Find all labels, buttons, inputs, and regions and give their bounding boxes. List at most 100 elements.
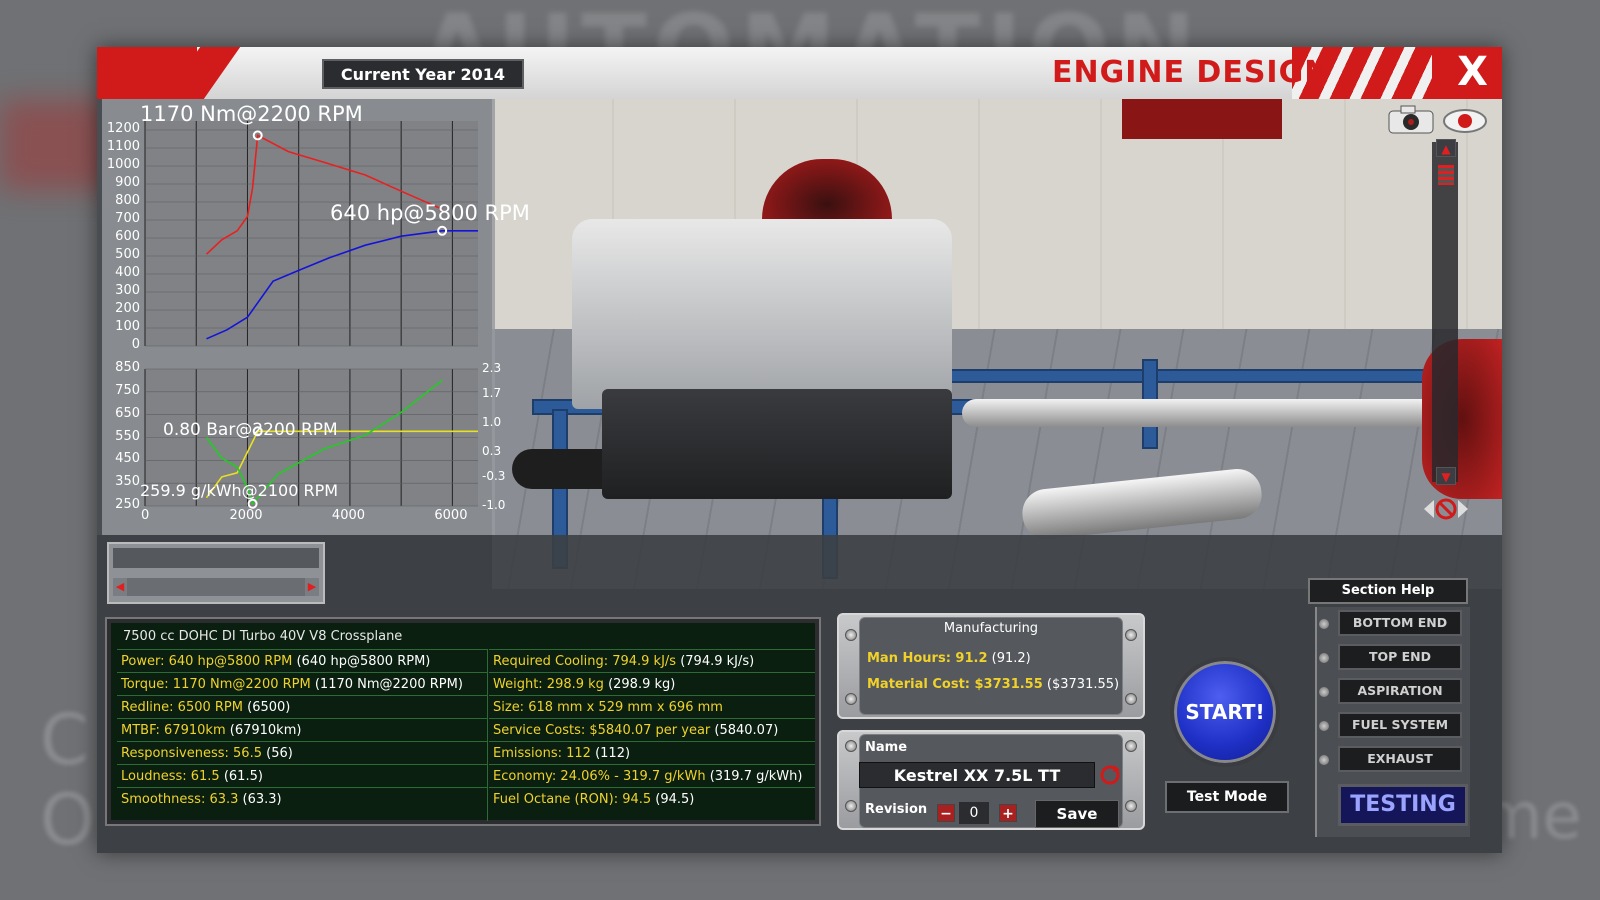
section-help-button[interactable]: Section Help: [1308, 578, 1468, 604]
stat-reference: (319.7 g/kWh): [705, 769, 803, 784]
manufacturing-panel: Manufacturing Man Hours: 91.2 (91.2) Mat…: [837, 613, 1145, 719]
boost-y-tick: 1.0: [482, 414, 502, 429]
rotate-view-icon[interactable]: [1422, 495, 1470, 523]
torque-power-y-tick: 1100: [106, 139, 140, 154]
rpm-x-tick: 0: [141, 508, 150, 523]
camera-icon[interactable]: [1387, 105, 1435, 135]
power-peak-label: 640 hp@5800 RPM: [330, 201, 530, 225]
stat-value: Responsiveness: 56.5: [121, 746, 262, 761]
nav-testing[interactable]: TESTING: [1338, 784, 1468, 826]
graph-selector-track[interactable]: [113, 578, 319, 596]
stat-value: Smoothness: 63.3: [121, 792, 239, 807]
name-label: Name: [865, 740, 908, 755]
stat-value: MTBF: 67910km: [121, 723, 226, 738]
man-hours: Man Hours: 91.2 (91.2): [867, 651, 1031, 666]
stat-reference: (61.5): [219, 769, 263, 784]
stat-reference: (1170 Nm@2200 RPM): [310, 677, 463, 692]
stats-divider: [487, 649, 488, 821]
graph-selector[interactable]: ◀ ▶: [107, 542, 325, 604]
torque-power-y-tick: 100: [115, 319, 140, 334]
material-cost: Material Cost: $3731.55 ($3731.55): [867, 677, 1119, 692]
reload-icon[interactable]: [1099, 764, 1121, 786]
stats-right-column: Required Cooling: 794.9 kJ/s (794.9 kJ/s…: [489, 649, 815, 810]
rivet: [1319, 755, 1329, 765]
chevron-down-icon[interactable]: ▼: [1436, 467, 1456, 485]
boost-y-tick: 0.3: [482, 444, 502, 459]
man-hours-value: Man Hours: 91.2: [867, 651, 988, 666]
engine-3d-viewport[interactable]: [492, 99, 1502, 589]
stat-redline: Redline: 6500 RPM (6500): [117, 695, 487, 718]
material-cost-value: Material Cost: $3731.55: [867, 677, 1043, 692]
rpm-x-tick: 6000: [434, 508, 468, 523]
bsfc-y-tick: 450: [115, 451, 140, 467]
bsfc-y-tick: 650: [115, 405, 140, 421]
stat-torque: Torque: 1170 Nm@2200 RPM (1170 Nm@2200 R…: [117, 672, 487, 695]
rivet: [1125, 740, 1137, 752]
torque-power-y-tick: 800: [115, 193, 140, 208]
engine-name-field[interactable]: Kestrel XX 7.5L TT: [859, 762, 1095, 788]
bsfc-min-label: 259.9 g/kWh@2100 RPM: [140, 481, 339, 500]
zoom-scrollbar[interactable]: [1432, 142, 1458, 482]
stat-reference: (56): [261, 746, 293, 761]
revision-decrement-button[interactable]: −: [937, 804, 955, 822]
chevron-right-icon[interactable]: ▶: [305, 578, 319, 596]
nav-aspiration[interactable]: ASPIRATION: [1338, 678, 1462, 704]
man-hours-reference: (91.2): [987, 651, 1031, 666]
boost-y-tick: -1.0: [482, 498, 506, 512]
eye-icon[interactable]: [1442, 107, 1488, 135]
stat-reference: (640 hp@5800 RPM): [292, 654, 431, 669]
stat-value: Economy: 24.06% - 319.7 g/kWh: [493, 769, 706, 784]
stat-service-costs: Service Costs: $5840.07 per year (5840.0…: [489, 718, 815, 741]
stat-smoothness: Smoothness: 63.3 (63.3): [117, 787, 487, 810]
bsfc-y-tick: 850: [115, 360, 140, 375]
scene-engine-lower: [602, 389, 952, 499]
stat-reference: (794.9 kJ/s): [676, 654, 755, 669]
nav-bottom-end[interactable]: BOTTOM END: [1338, 610, 1462, 636]
stat-reference: (298.9 kg): [603, 677, 676, 692]
engine-stats-panel: 7500 cc DOHC DI Turbo 40V V8 Crossplane …: [105, 617, 821, 826]
background-left-text: C O: [40, 700, 95, 860]
stat-value: Emissions: 112: [493, 746, 591, 761]
nav-fuel-system[interactable]: FUEL SYSTEM: [1338, 712, 1462, 738]
stat-reference: (112): [590, 746, 631, 761]
torque-power-y-tick: 500: [115, 247, 140, 262]
stat-value: Size: 618 mm x 529 mm x 696 mm: [493, 700, 723, 715]
stat-reference: (67910km): [225, 723, 302, 738]
engine-spec-header: 7500 cc DOHC DI Turbo 40V V8 Crossplane: [123, 629, 403, 644]
stat-emissions: Emissions: 112 (112): [489, 741, 815, 764]
torque-power-y-tick: 600: [115, 229, 140, 244]
stat-reference: (63.3): [238, 792, 282, 807]
stat-reference: (94.5): [651, 792, 695, 807]
bsfc-y-tick: 350: [115, 474, 140, 490]
torque-power-y-tick: 300: [115, 283, 140, 298]
boost-peak-label: 0.80 Bar@2200 RPM: [163, 420, 338, 440]
nav-top-end[interactable]: TOP END: [1338, 644, 1462, 670]
chevron-up-icon[interactable]: ▲: [1436, 139, 1456, 157]
rivet: [1319, 619, 1329, 629]
scene-exhaust-pipe: [962, 399, 1442, 427]
rivet: [845, 693, 857, 705]
boost-y-tick: 2.3: [482, 361, 502, 375]
page-title: ENGINE DESIGN: [1052, 55, 1331, 90]
torque-power-y-tick: 0: [131, 337, 140, 352]
stat-value: Redline: 6500 RPM: [121, 700, 243, 715]
torque-power-y-tick: 1000: [106, 157, 140, 172]
naming-panel: Name Kestrel XX 7.5L TT Revision − 0 + S…: [837, 730, 1145, 830]
stat-value: Service Costs: $5840.07 per year: [493, 723, 711, 738]
revision-increment-button[interactable]: +: [999, 804, 1017, 822]
rivet: [845, 800, 857, 812]
torque-power-y-tick: 900: [115, 175, 140, 190]
save-button[interactable]: Save: [1035, 800, 1119, 828]
rivet: [1125, 693, 1137, 705]
zoom-scroll-thumb[interactable]: [1438, 165, 1454, 185]
stat-value: Fuel Octane (RON): 94.5: [493, 792, 652, 807]
current-year-label: Current Year 2014: [322, 59, 524, 89]
stat-reference: (5840.07): [710, 723, 779, 738]
close-button[interactable]: X: [1457, 49, 1488, 95]
chevron-left-icon[interactable]: ◀: [113, 578, 127, 596]
test-mode-button[interactable]: Test Mode: [1165, 781, 1289, 813]
torque-power-y-tick: 1200: [106, 121, 140, 136]
nav-exhaust[interactable]: EXHAUST: [1338, 746, 1462, 772]
stats-left-column: Power: 640 hp@5800 RPM (640 hp@5800 RPM)…: [117, 649, 487, 810]
start-button[interactable]: START!: [1170, 657, 1280, 767]
